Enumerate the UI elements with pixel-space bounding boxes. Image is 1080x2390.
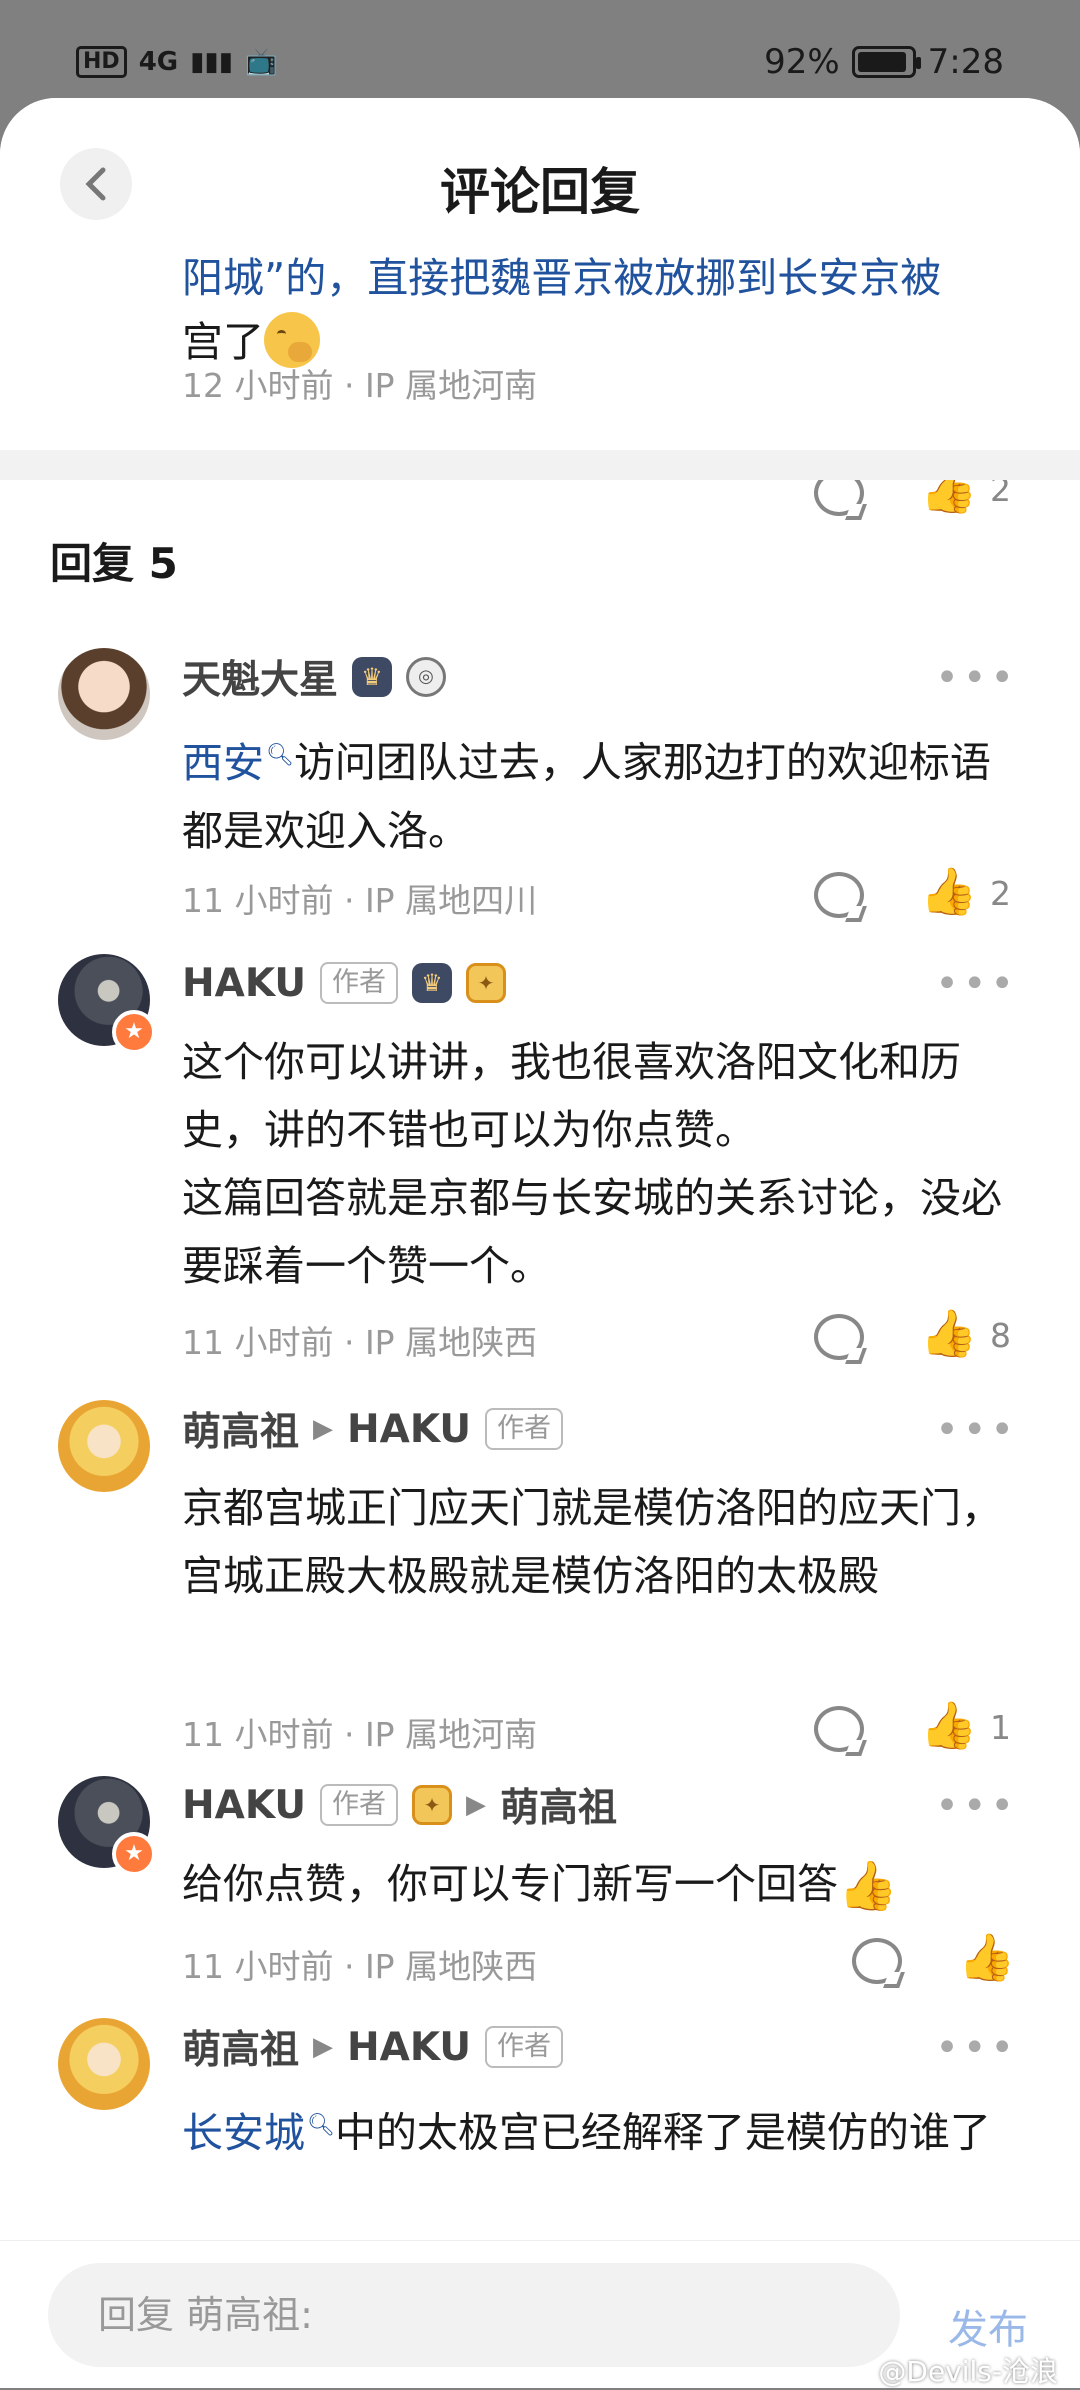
comment-text: 这个你可以讲讲，我也很喜欢洛阳文化和历史，讲的不错也可以为你点赞。 这篇回答就是京… [182, 1038, 1002, 1290]
username[interactable]: 天魁大星 [182, 649, 338, 705]
comment-header: 天魁大星 ♛ ◎ [182, 649, 447, 705]
avatar[interactable] [58, 2018, 150, 2110]
reply-to-username[interactable]: HAKU [347, 1407, 471, 1452]
comment-item: ★ HAKU 作者 ♛ ✦ ••• 这个你可以讲讲，我也很喜欢洛阳文化和历史，讲… [0, 954, 1080, 1384]
battery-icon [851, 46, 921, 78]
thumbs-up-emoji-icon: 👍 [838, 1858, 898, 1914]
battery-time: 92% 7:28 [764, 42, 1004, 82]
username[interactable]: HAKU [182, 961, 306, 1006]
page-title: 评论回复 [440, 163, 640, 221]
username[interactable]: 萌高祖 [182, 2019, 299, 2075]
gold-badge-icon: ✦ [412, 1785, 453, 1825]
thumbs-up-icon[interactable]: 👍 [920, 866, 977, 916]
hd-icon: HD [76, 46, 127, 78]
author-tag: 作者 [485, 1408, 564, 1450]
comment-text: 京都宫城正门应天门就是模仿洛阳的应天门，宫城正殿大极殿就是模仿洛阳的太极殿 [182, 1484, 1002, 1600]
thumbs-up-icon[interactable]: 👍 [958, 1932, 1015, 1982]
search-icon: 🔍︎ [266, 743, 294, 768]
publish-button[interactable]: 发布 [948, 2297, 1028, 2355]
comment-item: 萌高祖 ▶ HAKU 作者 ••• 长安城🔍︎中的太极宫已经解释了是模仿的谁了 [0, 2018, 1080, 2278]
verified-badge-icon: ★ [112, 1832, 156, 1876]
username[interactable]: 萌高祖 [182, 1401, 299, 1457]
author-tag: 作者 [485, 2026, 564, 2068]
comment-item: 天魁大星 ♛ ◎ ••• 西安🔍︎访问团队过去，人家那边打的欢迎标语都是欢迎入洛… [0, 648, 1080, 948]
comment-meta: 11 小时前 · IP 属地河南 [182, 1715, 538, 1754]
more-options-icon[interactable]: ••• [935, 1786, 1018, 1826]
comment-text: 给你点赞，你可以专门新写一个回答👍 [182, 1850, 1022, 1920]
section-divider [0, 450, 1080, 480]
comment-header: 萌高祖 ▶ HAKU 作者 [182, 2019, 564, 2075]
reply-arrow-icon: ▶ [313, 1414, 334, 1444]
comment-text: 长安城🔍︎中的太极宫已经解释了是模仿的谁了 [182, 2108, 991, 2157]
signal-icon: 4G [138, 47, 179, 77]
reply-arrow-icon: ▶ [313, 2032, 334, 2062]
sheet-header: 评论回复 [0, 98, 1080, 238]
parent-comment-meta: 12 小时前 · IP 属地河南 [182, 366, 538, 405]
author-tag: 作者 [320, 962, 399, 1004]
watermark: @Devils-沧浪 [878, 2355, 1058, 2388]
avatar[interactable] [58, 1400, 150, 1492]
comment-meta: 11 小时前 · IP 属地陕西 [182, 1947, 538, 1986]
avatar[interactable] [58, 648, 150, 740]
replies-title: 回复 5 [50, 539, 178, 588]
tv-icon: 📺 [245, 47, 278, 77]
reply-icon[interactable] [814, 1314, 864, 1360]
more-options-icon[interactable]: ••• [935, 1410, 1018, 1450]
reply-to-username[interactable]: 萌高祖 [500, 1777, 617, 1833]
like-count: 1 [990, 1708, 1011, 1747]
more-options-icon[interactable]: ••• [935, 964, 1018, 1004]
reply-to-username[interactable]: HAKU [347, 2025, 471, 2070]
status-bar: HD 4G ▮▮▮ 📺 92% 7:28 [0, 0, 1080, 110]
parent-comment-text: 阳城”的，直接把魏晋京被放挪到长安京被 宫了 [182, 254, 942, 368]
comment-text: 西安🔍︎访问团队过去，人家那边打的欢迎标语都是欢迎入洛。 [182, 738, 991, 855]
comment-meta: 11 小时前 · IP 属地四川 [182, 881, 538, 920]
signal-bars-icon: ▮▮▮ [190, 47, 234, 77]
network-indicators: HD 4G ▮▮▮ 📺 [76, 46, 277, 78]
author-tag: 作者 [320, 1784, 399, 1826]
comment-reply-sheet: 评论回复 阳城”的，直接把魏晋京被放挪到长安京被 宫了 12 小时前 · IP … [0, 98, 1080, 2388]
reply-input[interactable]: 回复 萌高祖: [48, 2263, 900, 2367]
city-link[interactable]: 西安🔍︎ [182, 739, 294, 787]
verified-badge-icon: ★ [112, 1010, 156, 1054]
city-link[interactable]: 长安城🔍︎ [182, 2109, 335, 2157]
medal-badge-icon: ◎ [406, 657, 447, 697]
crown-badge-icon: ♛ [352, 657, 393, 697]
clock: 7:28 [927, 42, 1004, 82]
battery-fill [857, 52, 906, 72]
thumbs-up-icon[interactable]: 👍 [920, 1308, 977, 1358]
reply-icon[interactable] [814, 1706, 864, 1752]
comment-item: 萌高祖 ▶ HAKU 作者 ••• 京都宫城正门应天门就是模仿洛阳的应天门，宫城… [0, 1400, 1080, 1776]
thumbs-up-icon[interactable]: 👍 [920, 1700, 977, 1750]
more-options-icon[interactable]: ••• [935, 658, 1018, 698]
like-count: 8 [990, 1316, 1011, 1355]
comment-meta: 11 小时前 · IP 属地陕西 [182, 1323, 538, 1362]
battery-percent: 92% [764, 42, 840, 82]
crown-badge-icon: ♛ [412, 963, 453, 1003]
search-icon: 🔍︎ [307, 2113, 335, 2138]
reply-icon[interactable] [814, 872, 864, 918]
username[interactable]: HAKU [182, 1783, 306, 1828]
comment-header: HAKU 作者 ♛ ✦ [182, 958, 507, 1008]
comment-header: 萌高祖 ▶ HAKU 作者 [182, 1401, 564, 1457]
like-count: 2 [990, 874, 1011, 913]
parent-comment: 阳城”的，直接把魏晋京被放挪到长安京被 宫了 12 小时前 · IP 属地河南 … [0, 234, 1080, 516]
reply-arrow-icon: ▶ [466, 1790, 487, 1820]
reply-icon[interactable] [852, 1938, 902, 1984]
more-options-icon[interactable]: ••• [935, 2028, 1018, 2068]
gold-badge-icon: ✦ [466, 963, 507, 1003]
comment-header: HAKU 作者 ✦ ▶ 萌高祖 [182, 1777, 617, 1833]
